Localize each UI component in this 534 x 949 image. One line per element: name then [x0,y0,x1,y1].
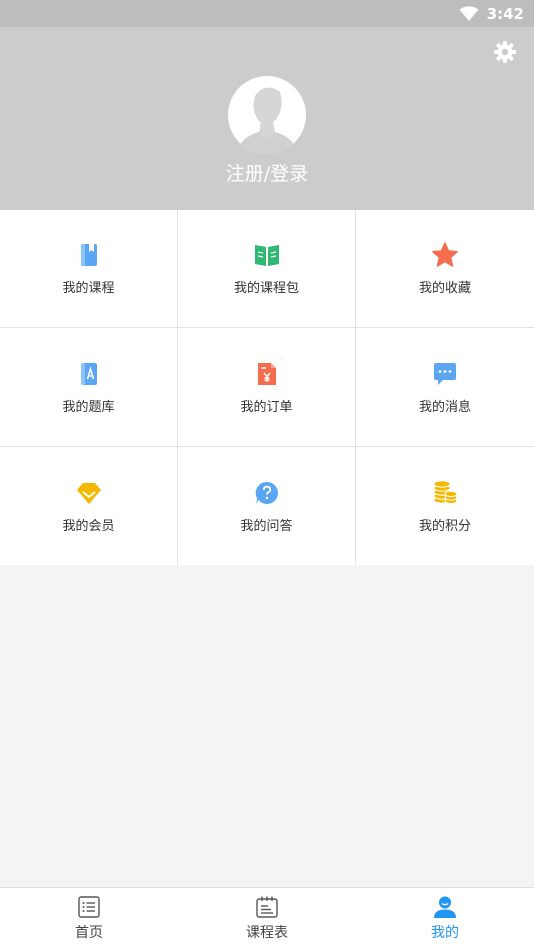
my-courses-label: 我的课程 [62,281,115,296]
avatar[interactable] [228,76,306,154]
coins-icon [433,479,458,504]
tab-mine-label: 我的 [431,925,459,941]
default-avatar-icon [238,87,296,154]
my-messages-label: 我的消息 [418,399,471,415]
feature-grid: 我的课程 我的课程包 我的收藏 我的题库 我的订单 我的消息 我的会员 我的问答… [0,210,534,565]
my-messages-item[interactable]: 我的消息 [356,328,534,447]
open-book-icon [254,245,279,266]
schedule-icon [256,896,278,918]
my-question-bank-item[interactable]: 我的题库 [0,328,178,447]
my-points-item[interactable]: 我的积分 [356,447,534,565]
my-course-packages-label: 我的课程包 [233,281,299,296]
star-icon [432,242,458,267]
tab-home-label: 首页 [75,925,103,941]
my-favorites-item[interactable]: 我的收藏 [356,210,534,328]
home-list-icon [78,896,100,918]
wifi-icon [459,5,479,21]
status-time: 3:42 [486,4,524,23]
question-bank-icon [80,362,97,385]
vip-diamond-icon [76,482,101,504]
login-register-link[interactable]: 注册/登录 [0,159,534,186]
my-qa-label: 我的问答 [240,518,293,534]
user-icon [434,896,456,918]
my-courses-item[interactable]: 我的课程 [0,210,178,328]
tab-home[interactable]: 首页 [0,888,178,949]
my-qa-item[interactable]: 我的问答 [178,447,356,565]
my-question-bank-label: 我的题库 [62,399,115,415]
my-points-label: 我的积分 [418,518,471,534]
my-orders-item[interactable]: 我的订单 [178,328,356,447]
message-icon [434,362,456,385]
my-course-packages-item[interactable]: 我的课程包 [178,210,356,328]
book-icon [80,244,97,266]
question-icon [255,481,278,504]
my-favorites-label: 我的收藏 [418,281,471,296]
status-bar: 3:42 [0,0,534,27]
bottom-tab-bar: 首页 课程表 我的 [0,887,534,949]
settings-gear-icon[interactable] [493,40,517,64]
profile-header: 注册/登录 [0,27,534,210]
tab-schedule[interactable]: 课程表 [178,888,356,949]
tab-mine[interactable]: 我的 [356,888,534,949]
my-membership-item[interactable]: 我的会员 [0,447,178,565]
tab-schedule-label: 课程表 [246,925,288,941]
order-icon [257,362,276,385]
my-membership-label: 我的会员 [62,518,115,534]
my-orders-label: 我的订单 [240,399,293,415]
